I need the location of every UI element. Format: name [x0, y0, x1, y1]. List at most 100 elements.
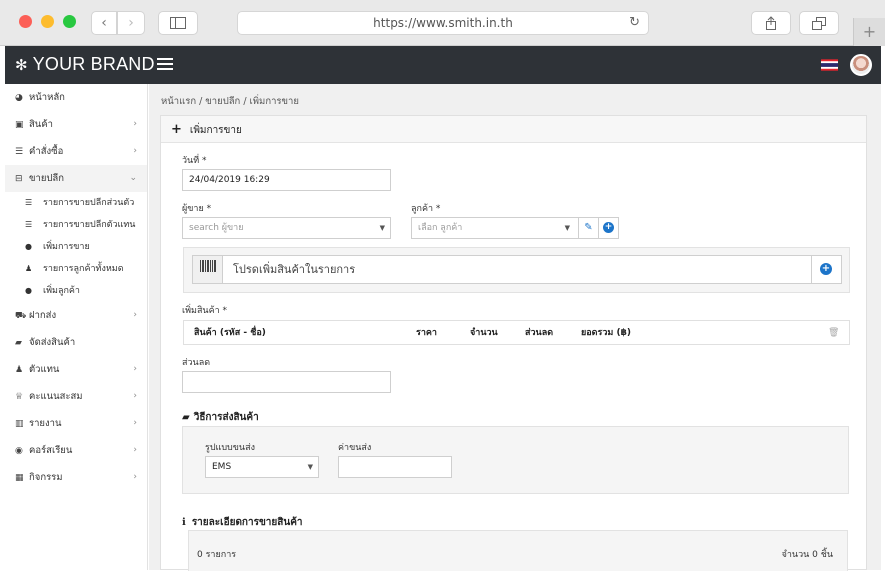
shipping-type-label: รูปแบบขนส่ง [205, 443, 255, 453]
sidebar-item-label: คำสั่งซื้อ [29, 146, 64, 157]
seller-label: ผู้ขาย * [182, 204, 212, 214]
sidebar-item-reports[interactable]: ▥ รายงาน › [5, 410, 147, 437]
sidebar-item-shipping[interactable]: ▰ จัดส่งสินค้า [5, 329, 147, 356]
sidebar-item-consignment[interactable]: ⛟ ฝากส่ง › [5, 302, 147, 329]
plus-circle-icon: + [820, 263, 832, 275]
url-text: https://www.smith.in.th [373, 16, 513, 30]
sidebar-item-label: คอร์สเรียน [29, 445, 73, 456]
barcode-scan-panel: โปรดเพิ่มสินค้าในรายการ + [183, 247, 850, 293]
shipping-cost-label: ค่าขนส่ง [338, 443, 372, 453]
reload-icon[interactable]: ↻ [629, 12, 640, 34]
plus-circle-icon: + [603, 222, 614, 233]
submenu-item-add-customer[interactable]: ● เพิ่มลูกค้า [5, 280, 147, 302]
minimize-window-button[interactable] [41, 15, 54, 28]
chevron-right-icon: › [133, 119, 137, 129]
shipping-title-text: วิธีการส่งสินค้า [193, 412, 259, 423]
sidebar-item-courses[interactable]: ◉ คอร์สเรียน › [5, 437, 147, 464]
details-section-title: ℹ รายละเอียดการขายสินค้า [182, 515, 303, 530]
sidebar-item-activities[interactable]: ▦ กิจกรรม › [5, 464, 147, 491]
user-avatar[interactable] [850, 54, 872, 76]
barcode-placeholder: โปรดเพิ่มสินค้าในรายการ [233, 263, 356, 276]
sidebar: ◕ หน้าหลัก ▣ สินค้า › ☰ คำสั่งซื้อ › ⊟ ขายปลีก… [5, 84, 148, 570]
sidebar-item-orders[interactable]: ☰ คำสั่งซื้อ › [5, 138, 147, 165]
shipping-type-value: EMS [212, 462, 232, 472]
submenu-item-all-customers[interactable]: ♟ รายการลูกค้าทั้งหมด [5, 258, 147, 280]
submenu-item-add-sale[interactable]: ● เพิ่มการขาย [5, 236, 147, 258]
main-content: หน้าแรก / ขายปลีก / เพิ่มการขาย + เพิ่มกา… [149, 84, 881, 571]
submenu-item-own-retail-list[interactable]: ☰ รายการขายปลีกส่วนตัว [5, 192, 147, 214]
discount-label: ส่วนลด [182, 358, 211, 368]
sidebar-icon [170, 17, 186, 29]
close-window-button[interactable] [19, 15, 32, 28]
items-count: 0 รายการ [197, 550, 237, 560]
pieces-count: จำนวน 0 ชิ้น [781, 550, 833, 560]
sidebar-item-products[interactable]: ▣ สินค้า › [5, 111, 147, 138]
sidebar-item-label: กิจกรรม [29, 472, 63, 483]
menu-toggle-icon[interactable] [157, 58, 173, 73]
add-product-button[interactable]: + [811, 256, 841, 283]
back-button[interactable]: ‹ [91, 11, 117, 35]
app-topbar: ✻ YOUR BRAND [5, 46, 881, 84]
caret-down-icon: ▼ [379, 224, 385, 232]
chevron-right-icon: › [133, 146, 137, 156]
chevron-right-icon: › [133, 364, 137, 374]
plus-circle-icon: ● [25, 242, 32, 251]
new-tab-button[interactable]: + [853, 18, 885, 46]
sidebar-item-points[interactable]: ♕ คะแนนสะสม › [5, 383, 147, 410]
add-customer-button[interactable]: + [598, 218, 618, 238]
breadcrumb[interactable]: หน้าแรก / ขายปลีก / เพิ่มการขาย [161, 94, 299, 109]
share-button[interactable] [751, 11, 791, 35]
users-icon: ♟ [15, 365, 24, 375]
date-input[interactable]: 24/04/2019 16:29 [182, 169, 391, 191]
chart-icon: ▥ [15, 419, 24, 429]
brand-logo[interactable]: ✻ YOUR BRAND [15, 54, 155, 75]
forward-button[interactable]: › [117, 11, 145, 35]
submenu-item-label: รายการขายปลีกส่วนตัว [43, 198, 135, 208]
submenu-item-agent-retail-list[interactable]: ☰ รายการขายปลีกตัวแทน [5, 214, 147, 236]
users-icon: ♟ [25, 264, 33, 273]
truck-icon: ▰ [182, 412, 190, 423]
discount-input[interactable] [182, 371, 391, 393]
chevron-right-icon: › [133, 418, 137, 428]
card-header: + เพิ่มการขาย [161, 116, 866, 143]
edit-customer-button[interactable]: ✎ [578, 218, 598, 238]
sidebar-item-label: สินค้า [29, 119, 53, 130]
sidebar-item-label: จัดส่งสินค้า [29, 337, 76, 348]
col-quantity: จำนวน [470, 328, 498, 338]
sidebar-item-label: ฝากส่ง [29, 310, 57, 321]
date-label: วันที่ * [182, 156, 207, 166]
truck-icon: ▰ [15, 338, 22, 348]
details-panel: 0 รายการ จำนวน 0 ชิ้น [188, 530, 848, 571]
sidebar-item-agents[interactable]: ♟ ตัวแทน › [5, 356, 147, 383]
shipping-type-select[interactable]: EMS ▼ [205, 456, 319, 478]
sidebar-item-label: รายงาน [29, 418, 62, 429]
col-price: ราคา [416, 328, 437, 338]
list-icon: ☰ [25, 220, 33, 229]
customer-select[interactable]: เลือก ลูกค้า ▼ ✎ + [411, 217, 619, 239]
maximize-window-button[interactable] [63, 15, 76, 28]
chevron-right-icon: › [133, 472, 137, 482]
submenu-item-label: รายการลูกค้าทั้งหมด [43, 264, 124, 274]
trash-icon[interactable]: 🗑 [828, 321, 839, 345]
barcode-input-group[interactable]: โปรดเพิ่มสินค้าในรายการ + [192, 255, 842, 284]
seller-select[interactable]: search ผู้ขาย ▼ [182, 217, 391, 239]
plus-circle-icon: ● [25, 286, 32, 295]
play-circle-icon: ◉ [15, 446, 23, 456]
sidebar-item-home[interactable]: ◕ หน้าหลัก [5, 84, 147, 111]
submenu-item-label: รายการขายปลีกตัวแทน [43, 220, 136, 230]
list-icon: ☰ [15, 147, 24, 157]
sidebar-item-retail[interactable]: ⊟ ขายปลีก ⌄ [5, 165, 147, 192]
shipping-section-title: ▰ วิธีการส่งสินค้า [182, 410, 259, 425]
customer-placeholder: เลือก ลูกค้า [418, 223, 463, 233]
address-bar[interactable]: https://www.smith.in.th ↻ [237, 11, 649, 35]
sidebar-toggle-button[interactable] [158, 11, 198, 35]
add-sale-card: + เพิ่มการขาย วันที่ * 24/04/2019 16:29 ผ… [160, 115, 867, 571]
trophy-icon: ♕ [15, 392, 24, 402]
browser-chrome: ‹ › https://www.smith.in.th ↻ + [0, 0, 885, 46]
share-icon [766, 16, 776, 30]
dashboard-icon: ◕ [15, 93, 23, 103]
shipping-cost-input[interactable] [338, 456, 452, 478]
col-total: ยอดรวม (฿) [581, 328, 631, 338]
thai-flag-icon[interactable] [821, 59, 838, 71]
tabs-button[interactable] [799, 11, 839, 35]
